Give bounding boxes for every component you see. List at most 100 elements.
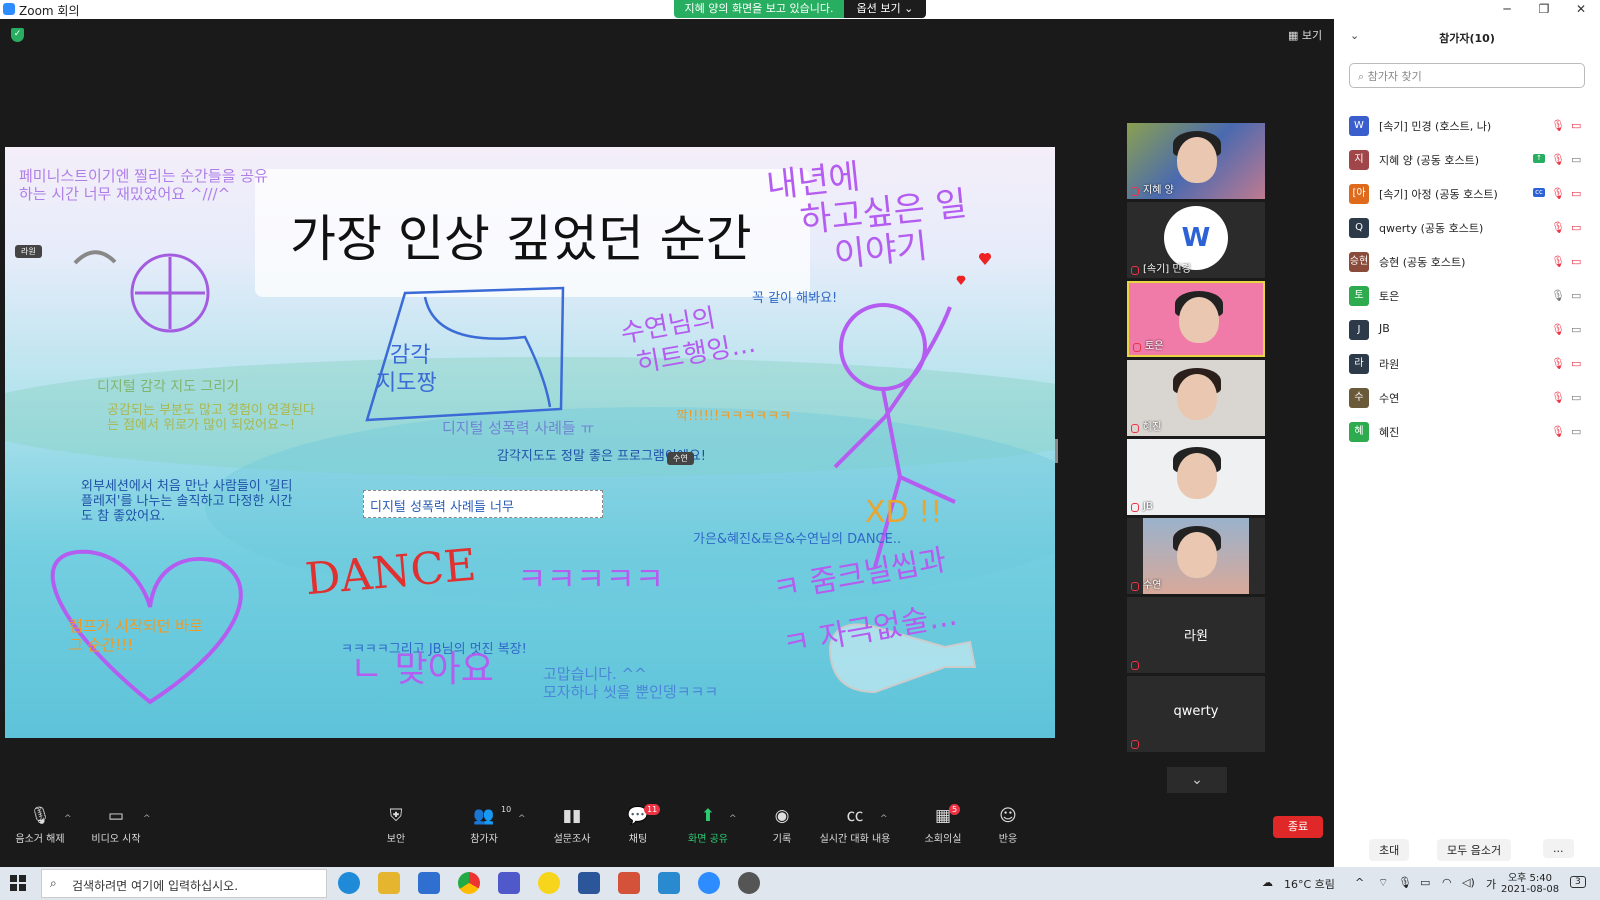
chat-button[interactable]: 💬 11 채팅	[598, 804, 678, 845]
doodle-arc	[73, 250, 117, 265]
sticky-note: 깍!!!!!!ㅋㅋㅋㅋㅋㅋ	[676, 409, 791, 424]
red-heart	[978, 252, 992, 265]
participant-row[interactable]: Qqwerty (공동 호스트) 🎙 ▭	[1349, 216, 1589, 240]
video-off-icon[interactable]: ▭	[1571, 425, 1581, 438]
participant-row[interactable]: 지 지혜 양 (공동 호스트) 🎙 ▭ ↑	[1349, 148, 1589, 172]
video-off-icon[interactable]: ▭	[1571, 323, 1581, 336]
teams-icon[interactable]	[498, 872, 520, 894]
volume-icon[interactable]: ◁)	[1462, 876, 1475, 889]
mic-muted-icon[interactable]: 🎙	[1551, 323, 1565, 336]
participant-row[interactable]: J JB 🎙 ▭	[1349, 318, 1589, 342]
video-tile[interactable]: JB	[1127, 439, 1265, 515]
start-video-button[interactable]: ▭ 비디오 시작	[76, 806, 156, 845]
reactions-button[interactable]: ☺ 반응	[968, 806, 1048, 845]
video-tile[interactable]: 수연	[1127, 518, 1265, 594]
video-off-icon[interactable]: ▭	[1571, 119, 1581, 132]
mic-muted-icon[interactable]: 🎙	[1551, 187, 1565, 200]
notification-icon[interactable]: 3	[1570, 876, 1586, 888]
avatar: [아	[1349, 184, 1369, 204]
kakaotalk-icon[interactable]	[538, 872, 560, 894]
mic-muted-icon[interactable]: 🎙	[1551, 357, 1565, 370]
tile-name: 라원	[1184, 629, 1208, 644]
video-tile[interactable]: W [속기] 민경	[1127, 202, 1265, 278]
captions-options-caret[interactable]: ^	[880, 814, 888, 824]
end-meeting-button[interactable]: 종료	[1273, 816, 1323, 838]
participant-row[interactable]: 라 라원 🎙 ▭	[1349, 352, 1589, 376]
edge-icon[interactable]	[338, 872, 360, 894]
mic-muted-icon[interactable]: 🎙	[1551, 425, 1565, 438]
video-tile[interactable]: 혜진	[1127, 360, 1265, 436]
video-off-icon[interactable]: ▭	[1571, 391, 1581, 404]
avatar: Q	[1349, 218, 1369, 238]
app-icon[interactable]	[618, 872, 640, 894]
security-button[interactable]: ⛨ 보안	[356, 806, 436, 845]
video-tile[interactable]: 지혜 양	[1127, 123, 1265, 199]
mute-all-button[interactable]: 모두 음소거	[1437, 839, 1512, 861]
participant-name: 라원	[1379, 358, 1400, 371]
view-options-button[interactable]: 옵션 보기 ⌄	[844, 0, 926, 18]
wifi-icon[interactable]: ◠	[1442, 876, 1452, 889]
red-heart	[956, 275, 966, 285]
tile-name: JB	[1143, 501, 1153, 512]
video-tile[interactable]: 라원	[1127, 597, 1265, 673]
security-shield-icon[interactable]: ✓	[11, 28, 24, 42]
mic-muted-icon[interactable]: 🎙	[1551, 255, 1565, 268]
participant-row[interactable]: 수 수연 🎙 ▭	[1349, 386, 1589, 410]
mail-icon[interactable]	[418, 872, 440, 894]
word-icon[interactable]	[578, 872, 600, 894]
participant-row[interactable]: 혜 혜진 🎙 ▭	[1349, 420, 1589, 444]
participant-name: 승현 (공동 호스트)	[1379, 256, 1466, 269]
mic-muted-icon[interactable]: 🎙	[1551, 391, 1565, 404]
participants-options-caret[interactable]: ^	[518, 814, 526, 824]
mic-muted-icon[interactable]: 🎙	[1551, 289, 1565, 302]
unmute-button[interactable]: 🎙 음소거 해제	[0, 806, 80, 845]
video-off-icon[interactable]: ▭	[1571, 221, 1581, 234]
editing-textbox[interactable]: 디지털 성폭력 사례들 너무	[363, 490, 603, 518]
clock[interactable]: 오후 5:40 2021-08-08	[1500, 869, 1560, 895]
tray-expand-icon[interactable]: ^	[1355, 876, 1364, 889]
participants-button[interactable]: 👥 10 참가자	[444, 805, 524, 845]
video-off-icon[interactable]: ▭	[1571, 153, 1581, 166]
battery-icon[interactable]: ▭	[1420, 876, 1430, 889]
participant-search-input[interactable]: ⌕ 참가자 찾기	[1349, 63, 1585, 88]
settings-gear-icon[interactable]	[738, 872, 760, 894]
mic-muted-icon[interactable]: 🎙	[1551, 153, 1565, 166]
participant-row[interactable]: W [속기] 민경 (호스트, 나) 🎙 ▭	[1349, 114, 1589, 138]
gallery-view-button[interactable]: ▦ 보기	[1288, 27, 1322, 43]
invite-button[interactable]: 초대	[1369, 839, 1410, 861]
app-icon[interactable]	[658, 872, 680, 894]
more-options-button[interactable]: ...	[1543, 839, 1574, 858]
mic-muted-icon[interactable]: 🎙	[1551, 119, 1565, 132]
windows-start-icon[interactable]	[10, 875, 26, 891]
ime-indicator[interactable]: 가	[1486, 876, 1496, 892]
maximize-button[interactable]: ❐	[1524, 0, 1564, 19]
panel-splitter[interactable]	[1055, 439, 1058, 463]
chevron-down-icon[interactable]: ⌄	[1167, 767, 1227, 793]
video-off-icon[interactable]: ▭	[1571, 289, 1581, 302]
mic-icon[interactable]: 🎙	[1398, 876, 1412, 889]
zoom-taskbar-icon[interactable]	[698, 872, 720, 894]
share-options-caret[interactable]: ^	[729, 814, 737, 824]
live-transcript-button[interactable]: ㏄ 실시간 대화 내용	[807, 806, 903, 845]
video-off-icon[interactable]: ▭	[1571, 187, 1581, 200]
share-screen-button[interactable]: ⬆ 화면 공유	[668, 806, 748, 845]
meeting-toolbar: 🎙 음소거 해제 ^ ▭ 비디오 시작 ^ ⛨ 보안 👥 10 참가자 ^ ▮▮…	[0, 800, 1334, 867]
video-tile-active-speaker[interactable]: 토은	[1127, 281, 1265, 357]
video-options-caret[interactable]: ^	[143, 814, 151, 824]
video-off-icon[interactable]: ▭	[1571, 255, 1581, 268]
close-button[interactable]: ✕	[1561, 0, 1600, 19]
video-off-icon[interactable]: ▭	[1571, 357, 1581, 370]
file-explorer-icon[interactable]	[378, 872, 400, 894]
participant-name: JB	[1379, 322, 1390, 335]
network-icon[interactable]: ⌔	[1378, 876, 1388, 890]
participant-row[interactable]: 토 토은 🎙 ▭	[1349, 284, 1589, 308]
avatar: 승현	[1349, 252, 1369, 272]
minimize-button[interactable]: ─	[1487, 0, 1527, 19]
video-tile[interactable]: qwerty	[1127, 676, 1265, 752]
mic-muted-icon[interactable]: 🎙	[1551, 221, 1565, 234]
audio-options-caret[interactable]: ^	[64, 814, 72, 824]
chrome-icon[interactable]	[458, 872, 480, 894]
taskbar-search-input[interactable]: ⌕ 검색하려면 여기에 입력하십시오.	[41, 869, 327, 898]
participant-row[interactable]: [아 [속기] 아정 (공동 호스트) 🎙 ▭ cc	[1349, 182, 1589, 206]
participant-row[interactable]: 승현 승현 (공동 호스트) 🎙 ▭	[1349, 250, 1589, 274]
